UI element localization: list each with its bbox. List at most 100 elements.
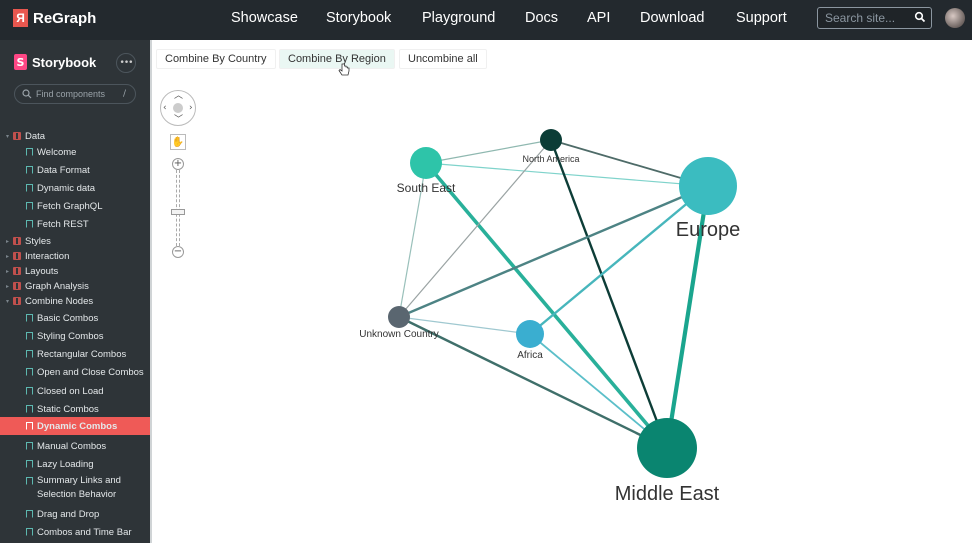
storybook-logo-icon: S <box>14 54 27 70</box>
node-circle[interactable] <box>679 157 737 215</box>
sidebar-item-label: Styling Combos <box>37 330 104 342</box>
nav-storybook[interactable]: Storybook <box>326 10 391 26</box>
uncombine-all-button[interactable]: Uncombine all <box>399 49 487 69</box>
node-africa[interactable]: Africa <box>516 320 544 361</box>
sidebar-item-closed-on-load[interactable]: Closed on Load <box>0 382 150 400</box>
sidebar-group-combine-nodes[interactable]: ▾ Combine Nodes <box>0 292 150 310</box>
storybook-title: Storybook <box>32 54 97 70</box>
bookmark-icon <box>26 442 33 450</box>
sidebar-item-label: Lazy Loading <box>37 458 94 470</box>
sidebar-item-label: Open and Close Combos <box>37 366 144 378</box>
sidebar-item-label: Fetch GraphQL <box>37 200 103 212</box>
storybook-logo[interactable]: S Storybook <box>14 54 96 70</box>
pan-control[interactable]: ︿ ﹀ ‹ › <box>160 90 196 126</box>
caret-right-icon: ▸ <box>6 268 10 275</box>
sidebar-item-label: Closed on Load <box>37 385 104 397</box>
regraph-logo-icon: Я <box>13 9 28 27</box>
node-circle[interactable] <box>540 129 562 151</box>
sidebar-item-styling-combos[interactable]: Styling Combos <box>0 327 150 345</box>
sidebar-item-lazy-loading[interactable]: Lazy Loading <box>0 455 150 473</box>
site-search-input[interactable]: Search site... <box>817 7 932 29</box>
sidebar-item-manual-combos[interactable]: Manual Combos <box>0 437 150 455</box>
zoom-slider-thumb[interactable] <box>171 208 185 215</box>
node-label: South East <box>397 181 456 195</box>
storybook-sidebar: S Storybook ••• Find components / ▾ Data W… <box>0 40 150 543</box>
bookmark-icon <box>26 510 33 518</box>
regraph-logo[interactable]: Я ReGraph <box>13 9 96 27</box>
bookmark-icon <box>26 405 33 413</box>
sidebar-item-label: Data <box>25 130 46 142</box>
folder-icon <box>13 252 21 260</box>
sidebar-item-static-combos[interactable]: Static Combos <box>0 400 150 418</box>
sidebar-item-fetch-graphql[interactable]: Fetch GraphQL <box>0 197 150 215</box>
search-shortcut-key: / <box>122 89 126 99</box>
bookmark-icon <box>26 332 33 340</box>
bookmark-icon <box>26 314 33 322</box>
sidebar-item-label: Summary Links and Selection Behavior <box>37 475 121 500</box>
node-circle[interactable] <box>410 147 442 179</box>
nav-support[interactable]: Support <box>736 10 787 26</box>
node-europe[interactable]: Europe <box>676 157 741 241</box>
sidebar-item-label: Combos and Time Bar <box>37 526 132 538</box>
sidebar-item-label: Manual Combos <box>37 440 107 452</box>
caret-down-icon: ▾ <box>6 133 10 140</box>
zoom-out-button[interactable]: − <box>172 246 184 258</box>
search-icon[interactable] <box>914 11 926 23</box>
folder-icon <box>13 132 21 140</box>
sidebar-item-basic-combos[interactable]: Basic Combos <box>0 309 150 327</box>
node-circle[interactable] <box>388 306 410 328</box>
bookmark-icon <box>26 202 33 210</box>
sidebar-item-summary-links-and-selection-behavior[interactable]: Summary Links and Selection Behavior <box>0 473 150 503</box>
bookmark-icon <box>26 460 33 468</box>
zoom-in-button[interactable]: + <box>172 158 184 170</box>
sidebar-item-label: Styles <box>25 235 51 247</box>
sidebar-item-label: Layouts <box>25 265 59 277</box>
top-navigation-bar: Я ReGraph Showcase Storybook Playground … <box>0 0 972 40</box>
bookmark-icon <box>26 184 33 192</box>
sidebar-item-combos-and-time-bar[interactable]: Combos and Time Bar <box>0 523 150 541</box>
pan-left-icon[interactable]: ‹ <box>163 104 167 113</box>
nav-api[interactable]: API <box>587 10 610 26</box>
more-options-button[interactable]: ••• <box>116 53 136 73</box>
sidebar-item-label: Fetch REST <box>37 218 89 230</box>
sidebar-item-label: Basic Combos <box>37 312 99 324</box>
sidebar-item-rectangular-combos[interactable]: Rectangular Combos <box>0 345 150 363</box>
hand-tool-icon[interactable]: ✋ <box>170 134 186 150</box>
sidebar-item-label: Welcome <box>37 146 77 158</box>
user-avatar[interactable] <box>945 8 965 28</box>
caret-right-icon: ▸ <box>6 283 10 290</box>
sidebar-item-label: Dynamic Combos <box>37 420 118 432</box>
sidebar-item-label: Data Format <box>37 164 90 176</box>
find-components-input[interactable]: Find components / <box>14 84 136 104</box>
story-canvas <box>150 40 972 543</box>
sidebar-item-label: Dynamic data <box>37 182 96 194</box>
bookmark-icon <box>26 148 33 156</box>
nav-docs[interactable]: Docs <box>525 10 558 26</box>
nav-download[interactable]: Download <box>640 10 705 26</box>
sidebar-item-drag-and-drop[interactable]: Drag and Drop <box>0 505 150 523</box>
pan-right-icon[interactable]: › <box>189 104 193 113</box>
nav-showcase[interactable]: Showcase <box>231 10 298 26</box>
pan-down-icon[interactable]: ﹀ <box>174 116 183 125</box>
site-search-placeholder: Search site... <box>825 11 896 25</box>
node-label: Africa <box>517 350 543 361</box>
sidebar-item-data-format[interactable]: Data Format <box>0 161 150 179</box>
pan-center-icon[interactable] <box>173 103 183 113</box>
bookmark-icon <box>26 477 33 485</box>
folder-icon <box>13 297 21 305</box>
find-components-placeholder: Find components <box>36 89 106 99</box>
bookmark-icon <box>26 220 33 228</box>
sidebar-item-dynamic-combos[interactable]: Dynamic Combos <box>0 417 150 435</box>
combine-by-country-button[interactable]: Combine By Country <box>156 49 276 69</box>
bookmark-icon <box>26 350 33 358</box>
node-label: North America <box>522 154 579 164</box>
sidebar-item-dynamic-data[interactable]: Dynamic data <box>0 179 150 197</box>
nav-playground[interactable]: Playground <box>422 10 495 26</box>
combine-by-region-button[interactable]: Combine By Region <box>279 49 395 69</box>
pan-up-icon[interactable]: ︿ <box>174 92 183 101</box>
sidebar-item-open-and-close-combos[interactable]: Open and Close Combos <box>0 363 150 381</box>
sidebar-item-welcome[interactable]: Welcome <box>0 143 150 161</box>
node-circle[interactable] <box>516 320 544 348</box>
sidebar-item-fetch-rest[interactable]: Fetch REST <box>0 215 150 233</box>
node-circle[interactable] <box>637 418 697 478</box>
